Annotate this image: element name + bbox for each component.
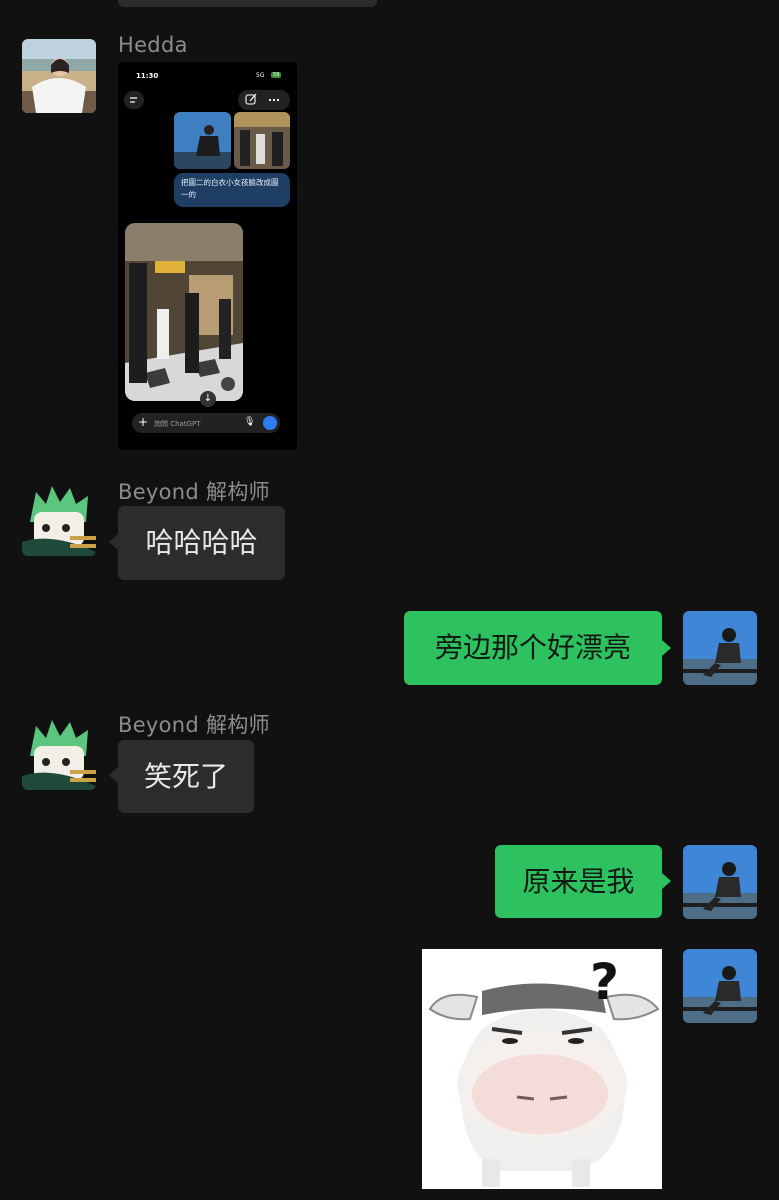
avatar-beyond[interactable]: [22, 716, 96, 790]
chat-input-bar[interactable]: + 詢問 ChatGPT 🎙: [132, 413, 280, 433]
generated-image[interactable]: [125, 223, 243, 401]
bubble-tail: [662, 873, 671, 889]
avatar-me[interactable]: [683, 949, 757, 1023]
status-battery: 59: [271, 72, 282, 78]
status-time: 11:30: [136, 72, 159, 80]
sender-name: Hedda: [118, 33, 188, 57]
message-bubble[interactable]: 哈哈哈哈: [118, 506, 285, 580]
sticker-image[interactable]: ?: [422, 949, 662, 1189]
question-mark-glyph: ?: [590, 953, 620, 1011]
menu-icon[interactable]: [124, 91, 144, 109]
bubble-tail: [662, 640, 671, 656]
prompt-bubble: 把圖二的白衣小女孩臉改成圖一的: [174, 173, 290, 207]
download-icon[interactable]: ↓: [200, 391, 216, 407]
edit-icon[interactable]: [238, 90, 290, 110]
thumbnail-photo-1[interactable]: [174, 112, 231, 169]
input-placeholder: 詢問 ChatGPT: [154, 420, 201, 428]
sender-name: Beyond 解构师: [118, 713, 270, 737]
share-icon[interactable]: [221, 377, 235, 391]
message-bubble[interactable]: 原来是我: [495, 845, 662, 918]
message-bubble[interactable]: 笑死了: [118, 740, 254, 813]
voice-mode-icon[interactable]: [263, 416, 277, 430]
message-bubble[interactable]: 旁边那个好漂亮: [404, 611, 662, 685]
header-actions: [238, 90, 290, 110]
avatar-me[interactable]: [683, 845, 757, 919]
bubble-tail: [109, 767, 118, 783]
avatar-beyond[interactable]: [22, 482, 96, 556]
bubble-tail: [109, 534, 118, 550]
avatar-me[interactable]: [683, 611, 757, 685]
previous-message-bubble[interactable]: [118, 0, 377, 7]
microphone-icon[interactable]: 🎙: [244, 417, 255, 427]
status-signal: 5G: [256, 72, 265, 79]
avatar-hedda[interactable]: [22, 39, 96, 113]
shared-image-phone-screenshot[interactable]: 11:30 5G 59 把圖二的白衣小女孩臉改成圖一的 ↓ + 詢問 ChatG…: [118, 62, 297, 450]
sender-name: Beyond 解构师: [118, 480, 270, 504]
thumbnail-photo-2[interactable]: [234, 112, 290, 169]
plus-icon[interactable]: +: [138, 415, 148, 429]
